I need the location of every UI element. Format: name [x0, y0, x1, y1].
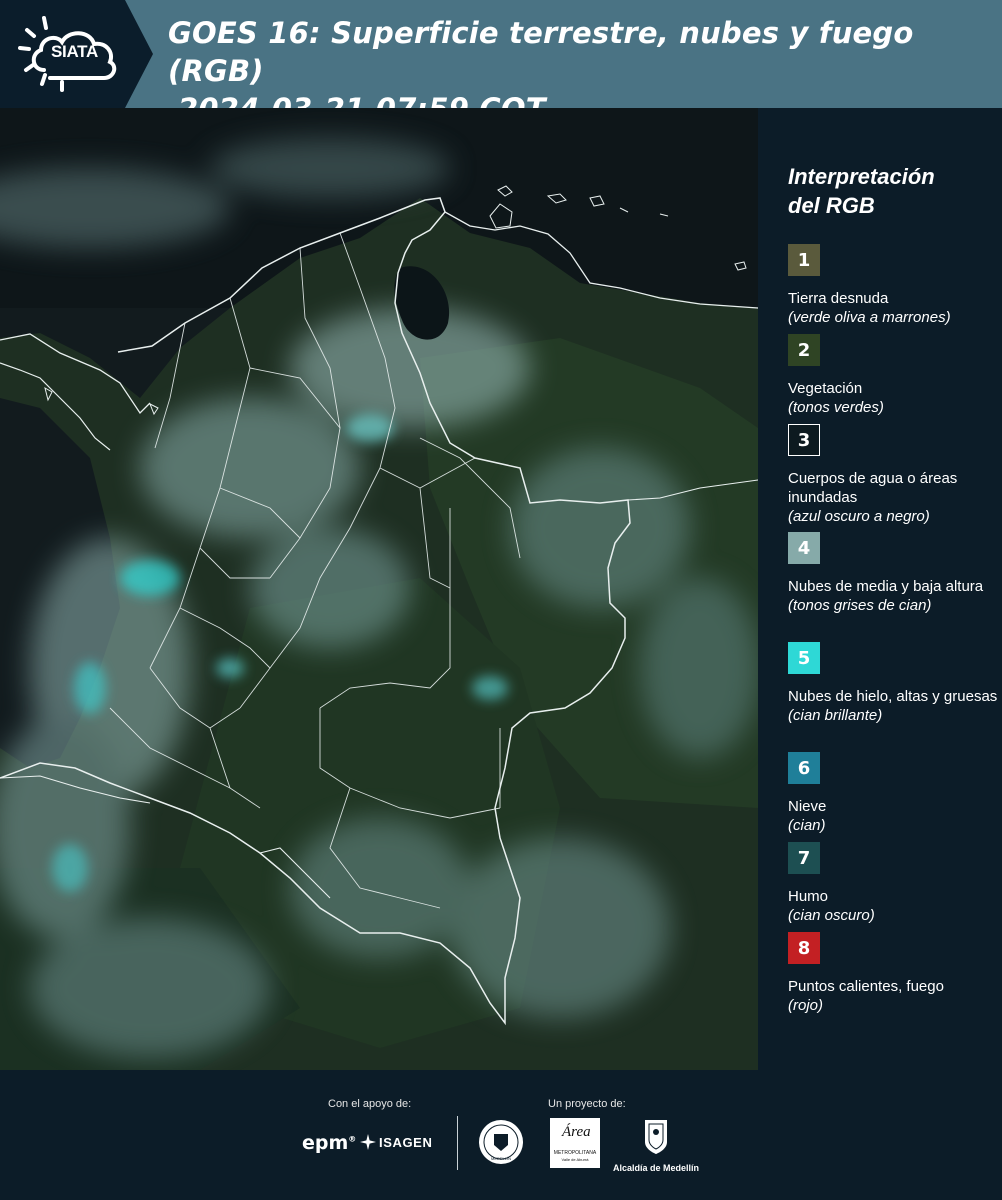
legend-item-water: 3 Cuerpos de agua o áreas inundadas (azu… [788, 424, 998, 526]
legend-item-low-clouds: 4 Nubes de media y baja altura (tonos gr… [788, 532, 998, 615]
isagen-logo-text: ISAGEN [379, 1134, 433, 1150]
legend-sublabel: (cian) [788, 817, 826, 834]
area-logo-subtext-2: Valle de Aburrá [561, 1157, 589, 1162]
registered-mark-icon: ® [348, 1134, 357, 1144]
footer-divider [457, 1116, 458, 1170]
unal-seal: MEDELLÍN [477, 1118, 525, 1166]
unal-seal-text: MEDELLÍN [491, 1156, 511, 1161]
project-caption: Un proyecto de: [548, 1098, 626, 1110]
legend-swatch: 2 [788, 334, 820, 366]
satellite-image [0, 108, 758, 1070]
area-logo-text: Área [562, 1124, 591, 1140]
legend-swatch: 7 [788, 842, 820, 874]
legend-label: Humo [788, 888, 829, 905]
footer: Con el apoyo de: Un proyecto de: epm® IS… [0, 1070, 1002, 1200]
legend-item-smoke: 7 Humo (cian oscuro) [788, 842, 998, 925]
support-caption: Con el apoyo de: [328, 1098, 412, 1110]
legend-swatch: 5 [788, 642, 820, 674]
legend-swatch: 4 [788, 532, 820, 564]
legend-swatch: 1 [788, 244, 820, 276]
legend-item-bare-soil: 1 Tierra desnuda (verde oliva a marrones… [788, 244, 998, 327]
area-logo-subtext: METROPOLITANA [553, 1150, 597, 1156]
logo-text: SIATA [51, 42, 98, 61]
legend-swatch: 3 [788, 424, 820, 456]
legend-item-snow: 6 Nieve (cian) [788, 752, 998, 835]
epm-logo: epm® [302, 1132, 356, 1154]
rgb-legend: Interpretación del RGB 1 Tierra desnuda … [760, 108, 1002, 1070]
legend-swatch: 8 [788, 932, 820, 964]
legend-label: Nieve [788, 798, 827, 815]
legend-item-fire: 8 Puntos calientes, fuego (rojo) [788, 932, 998, 1015]
legend-sublabel: (verde oliva a marrones) [788, 309, 951, 326]
legend-sublabel: (azul oscuro a negro) [788, 508, 930, 525]
legend-swatch: 6 [788, 752, 820, 784]
legend-label: Tierra desnuda [788, 290, 889, 307]
satellite-map[interactable] [0, 108, 758, 1070]
isagen-star-icon [360, 1134, 376, 1150]
title-line-1: GOES 16: Superficie terrestre, nubes y f… [168, 16, 914, 88]
epm-logo-text: epm [302, 1132, 349, 1154]
legend-sublabel: (cian oscuro) [788, 907, 875, 924]
logo-panel: SIATA [0, 0, 150, 108]
area-metropolitana-logo: Área METROPOLITANA Valle de Aburrá [550, 1118, 600, 1168]
legend-sublabel: (rojo) [788, 997, 824, 1014]
legend-label: Nubes de media y baja altura [788, 578, 984, 595]
unal-seal-icon: MEDELLÍN [479, 1120, 523, 1164]
legend-item-vegetation: 2 Vegetación (tonos verdes) [788, 334, 998, 417]
legend-label: Puntos calientes, fuego [788, 978, 944, 995]
legend-label: Cuerpos de agua o áreas inundadas [788, 470, 958, 506]
alcaldia-logo-text: Alcaldía de Medellín [612, 1163, 700, 1173]
legend-sublabel: (tonos grises de cian) [788, 597, 932, 614]
legend-title: Interpretación del RGB [788, 162, 988, 220]
isagen-logo: ISAGEN [360, 1134, 432, 1150]
legend-sublabel: (tonos verdes) [788, 399, 884, 416]
legend-sublabel: (cian brillante) [788, 707, 883, 724]
legend-item-ice-clouds: 5 Nubes de hielo, altas y gruesas (cian … [788, 642, 998, 725]
legend-title-line-1: Interpretación [788, 164, 935, 189]
alcaldia-shield-icon [645, 1120, 667, 1154]
legend-label: Nubes de hielo, altas y gruesas [788, 688, 998, 705]
alcaldia-medellin-logo: Alcaldía de Medellín [610, 1118, 702, 1173]
legend-label: Vegetación [788, 380, 863, 397]
legend-title-line-2: del RGB [788, 193, 875, 218]
